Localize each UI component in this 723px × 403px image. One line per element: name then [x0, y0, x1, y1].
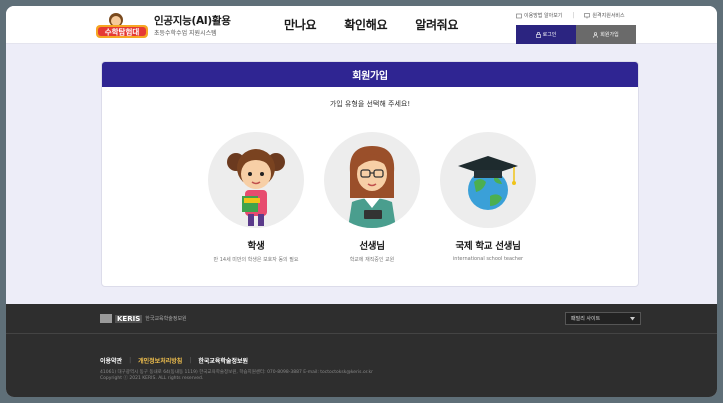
student-avatar — [208, 132, 304, 228]
monitor-icon — [584, 12, 591, 18]
international-avatar — [440, 132, 536, 228]
signup-option-international-teacher[interactable]: 국제 학교 선생님 international school teacher — [433, 132, 543, 262]
footer-links: 이용약관 | 개인정보처리방침 | 한국교육학술정보원 — [100, 356, 249, 365]
international-option-desc: international school teacher — [452, 256, 524, 262]
teacher-option-name: 선생님 — [359, 241, 385, 252]
teacher-option-desc: 학교에 재직중인 교원 — [349, 257, 395, 263]
signup-instruction: 가입 유형을 선택해 주세요! — [329, 100, 411, 108]
footer-link-keris[interactable]: 한국교육학술정보원 — [198, 356, 248, 365]
family-site-select[interactable]: 패밀리 사이트 — [565, 312, 641, 325]
nav-item-meet[interactable]: 만나요 — [284, 16, 317, 33]
browser-viewport: 수학탐험대 인공지능(AI)활용 초등수학수업 지원시스템 만나요 확인해요 알… — [6, 6, 717, 397]
international-option-name: 국제 학교 선생님 — [455, 241, 521, 252]
site-footer: KERIS 한국교육학술정보원 패밀리 사이트 이용약관 | 개인정보처리방침 … — [6, 304, 717, 397]
student-illustration-icon — [227, 149, 285, 226]
student-option-name: 학생 — [247, 241, 265, 252]
user-icon — [593, 31, 599, 38]
teacher-avatar — [324, 132, 420, 228]
footer-copyright: Copyright ⓒ 2021 KERIS. ALL rights reser… — [100, 376, 204, 381]
signup-title: 회원가입 — [102, 62, 638, 87]
remote-support-label: 원격지원서비스 — [592, 13, 625, 19]
site-header: 수학탐험대 인공지능(AI)활용 초등수학수업 지원시스템 만나요 확인해요 알… — [6, 6, 717, 44]
login-button[interactable]: 로그인 — [516, 25, 576, 44]
footer-brand: KERIS — [115, 314, 143, 323]
chevron-down-icon — [630, 316, 635, 320]
lock-icon — [535, 31, 541, 38]
how-to-use-link[interactable]: 이용방법 알아보기 — [516, 12, 562, 19]
family-site-label: 패밀리 사이트 — [571, 316, 601, 322]
footer-org-name: 한국교육학술정보원 — [145, 316, 187, 322]
info-icon — [516, 13, 522, 18]
how-to-use-label: 이용방법 알아보기 — [524, 13, 563, 19]
footer-link-terms[interactable]: 이용약관 — [100, 356, 122, 365]
footer-link-privacy[interactable]: 개인정보처리방침 — [138, 356, 182, 365]
main-nav: 만나요 확인해요 알려줘요 — [284, 16, 458, 33]
logo-title: 인공지능(AI)활용 — [154, 15, 231, 27]
utility-menu: 이용방법 알아보기 | 원격지원서비스 로그인 회원가입 — [516, 6, 636, 44]
teacher-illustration-icon — [348, 146, 396, 228]
nav-item-inform[interactable]: 알려줘요 — [415, 16, 458, 33]
logo-subtitle: 초등수학수업 지원시스템 — [154, 30, 217, 37]
logo-badge-text: 수학탐험대 — [105, 27, 140, 37]
signup-card: 회원가입 가입 유형을 선택해 주세요! 학생 만 14세 미만의 학생은 보호… — [101, 61, 639, 287]
site-logo[interactable]: 수학탐험대 인공지능(AI)활용 초등수학수업 지원시스템 — [94, 11, 244, 41]
login-label: 로그인 — [542, 32, 557, 38]
footer-address-block: 41061) 대구광역시 동구 동내로 64(동내동 1119) 한국교육학술정… — [100, 370, 373, 382]
footer-logo: KERIS 한국교육학술정보원 — [100, 314, 187, 323]
keris-mark-icon — [100, 314, 112, 323]
signup-option-student[interactable]: 학생 만 14세 미만의 학생은 보호자 동의 필요 — [201, 132, 311, 263]
nav-item-check[interactable]: 확인해요 — [344, 16, 387, 33]
join-button[interactable]: 회원가입 — [576, 25, 636, 44]
remote-support-link[interactable]: 원격지원서비스 — [584, 12, 625, 19]
join-label: 회원가입 — [600, 32, 619, 38]
logo-badge-icon: 수학탐험대 — [96, 13, 148, 38]
signup-option-teacher[interactable]: 선생님 학교에 재직중인 교원 — [317, 132, 427, 263]
graduation-globe-icon — [458, 156, 518, 210]
student-option-desc: 만 14세 미만의 학생은 보호자 동의 필요 — [213, 257, 299, 263]
